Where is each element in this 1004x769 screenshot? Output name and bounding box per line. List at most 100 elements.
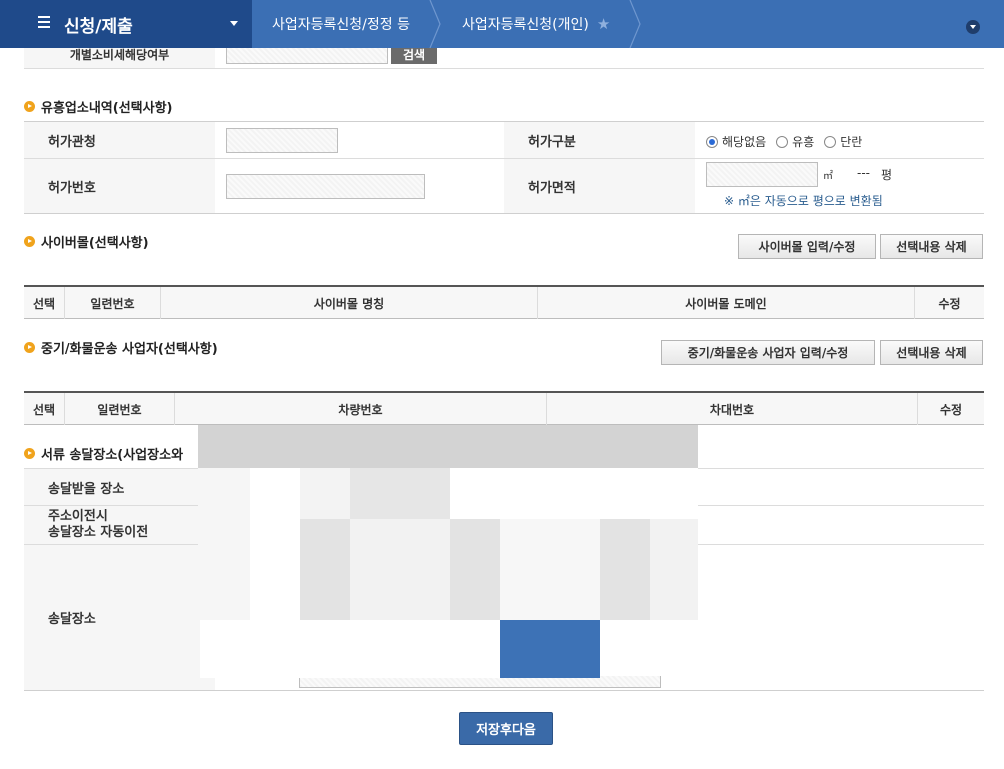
main-menu-button[interactable]: 신청/제출	[0, 0, 252, 48]
column-header: 선택	[24, 393, 65, 425]
permit-area-label-cell: 허가면적	[504, 159, 695, 213]
receive-place-label: 송달받을 장소	[48, 481, 125, 497]
radio-label: 단란	[840, 135, 863, 149]
permit-type-label-cell: 허가구분	[504, 122, 695, 158]
bullet-icon	[24, 101, 35, 112]
overlay-panel	[350, 519, 450, 620]
excise-tax-field[interactable]	[226, 48, 388, 64]
permit-radio-none[interactable]: 해당없음	[706, 133, 766, 150]
cybermall-section-title: 사이버몰(선택사항)	[24, 232, 149, 251]
column-header: 수정	[938, 296, 961, 311]
area-unit: ㎡	[823, 171, 833, 182]
permit-office-label-cell: 허가관청	[24, 122, 215, 158]
chevron-right-icon	[629, 0, 641, 48]
delivery-place-label: 송달장소	[48, 612, 96, 627]
overlay-panel	[350, 468, 450, 519]
column-header: 차대번호	[547, 393, 918, 425]
button-label: 선택내용 삭제	[896, 346, 967, 360]
column-header: 사이버몰 도메인	[538, 287, 915, 319]
overlay-panel	[200, 620, 500, 678]
permit-type-label: 허가구분	[528, 134, 576, 150]
auto-move-label-line1: 주소이전시	[48, 509, 108, 524]
breadcrumb-item-2[interactable]: 사업자등록신청(개인) ★	[442, 0, 642, 48]
button-label: 사이버몰 입력/수정	[758, 240, 856, 254]
button-label: 선택내용 삭제	[896, 240, 967, 254]
favorite-star-icon[interactable]: ★	[597, 15, 610, 33]
save-next-button[interactable]: 저장후다음	[459, 712, 553, 745]
bullet-icon	[24, 236, 35, 247]
permit-number-input[interactable]	[226, 174, 425, 199]
bullet-icon	[24, 448, 35, 459]
main-menu-label: 신청/제출	[64, 16, 133, 37]
cybermall-delete-button[interactable]: 선택내용 삭제	[880, 234, 983, 259]
column-header: 선택	[24, 287, 65, 319]
collapse-toggle-icon[interactable]	[966, 20, 980, 34]
button-label: 중기/화물운송 사업자 입력/수정	[687, 346, 849, 360]
breadcrumb-item-1[interactable]: 사업자등록신청/정정 등	[252, 0, 442, 48]
entertainment-title-text: 유흥업소내역(선택사항)	[41, 101, 173, 116]
caret-down-icon	[230, 21, 238, 26]
column-header: 사이버몰 명칭	[161, 287, 538, 319]
overlay-panel	[250, 468, 300, 620]
heavy-input-button[interactable]: 중기/화물운송 사업자 입력/수정	[661, 340, 875, 365]
permit-office-label: 허가관청	[48, 134, 96, 150]
auto-move-label-line2: 송달장소 자동이전	[48, 525, 149, 540]
heavy-delete-button[interactable]: 선택내용 삭제	[880, 340, 983, 365]
delivery-place-label-cell: 송달장소	[24, 545, 215, 690]
receive-place-label-cell: 송달받을 장소	[24, 469, 198, 505]
breadcrumb-label-2: 사업자등록신청(개인)	[462, 17, 589, 33]
area-conversion-note: ※ ㎡은 자동으로 평으로 변환됨	[724, 194, 883, 208]
radio-label: 해당없음	[722, 135, 767, 149]
search-button[interactable]: 검색	[391, 48, 437, 64]
heavy-title-text: 중기/화물운송 사업자(선택사항)	[41, 342, 218, 357]
permit-area-label: 허가면적	[528, 180, 576, 196]
permit-area-input[interactable]	[706, 162, 818, 187]
overlay-panel	[500, 519, 600, 620]
overlay-panel	[450, 519, 500, 620]
breadcrumb-label-1: 사업자등록신청/정정 등	[272, 17, 410, 33]
overlay-panel	[198, 425, 698, 468]
excise-tax-label-cell: 개별소비세해당여부	[24, 48, 215, 68]
radio-icon	[824, 135, 837, 148]
auto-move-label-cell: 주소이전시 송달장소 자동이전	[24, 506, 198, 544]
pyeong-unit: 평	[881, 168, 893, 182]
column-header: 수정	[939, 402, 963, 417]
overlay-panel	[300, 468, 350, 519]
permit-radio-entertainment[interactable]: 유흥	[776, 133, 814, 150]
hamburger-icon	[38, 16, 50, 28]
overlay-panel	[600, 519, 650, 620]
column-header: 차량번호	[175, 393, 547, 425]
overlay-panel	[650, 519, 698, 620]
excise-tax-label: 개별소비세해당여부	[69, 48, 170, 62]
divider	[24, 68, 984, 69]
radio-icon	[776, 135, 789, 148]
delivery-section-title: 서류 송달장소(사업장소와	[24, 444, 183, 463]
permit-number-label: 허가번호	[48, 180, 96, 196]
permit-office-input[interactable]	[226, 128, 338, 153]
cybermall-input-button[interactable]: 사이버몰 입력/수정	[738, 234, 876, 259]
bullet-icon	[24, 342, 35, 353]
divider	[24, 213, 984, 214]
column-header: 일련번호	[65, 287, 161, 319]
save-next-label: 저장후다음	[476, 723, 536, 738]
permit-number-label-cell: 허가번호	[24, 159, 215, 213]
heavy-table-header: 선택 일련번호 차량번호 차대번호 수정	[24, 391, 984, 425]
overlay-panel	[300, 519, 350, 620]
chevron-right-icon	[429, 0, 441, 48]
divider	[24, 690, 984, 691]
pyeong-value: ---	[857, 166, 870, 180]
search-button-label: 검색	[402, 48, 426, 62]
cybermall-table-header: 선택 일련번호 사이버몰 명칭 사이버몰 도메인 수정	[24, 285, 984, 319]
cybermall-title-text: 사이버몰(선택사항)	[41, 236, 149, 251]
overlay-panel	[198, 468, 250, 620]
entertainment-section-title: 유흥업소내역(선택사항)	[24, 97, 172, 116]
top-nav: 신청/제출 사업자등록신청/정정 등 사업자등록신청(개인) ★	[0, 0, 1004, 48]
permit-radio-karaoke[interactable]: 단란	[824, 133, 862, 150]
column-header: 일련번호	[65, 393, 175, 425]
radio-label: 유흥	[792, 135, 815, 149]
overlay-button[interactable]	[500, 620, 600, 678]
permit-type-radios: 해당없음 유흥 단란	[706, 133, 872, 150]
delivery-title-text: 서류 송달장소(사업장소와	[41, 448, 184, 463]
heavy-section-title: 중기/화물운송 사업자(선택사항)	[24, 338, 218, 357]
radio-icon	[706, 135, 718, 148]
